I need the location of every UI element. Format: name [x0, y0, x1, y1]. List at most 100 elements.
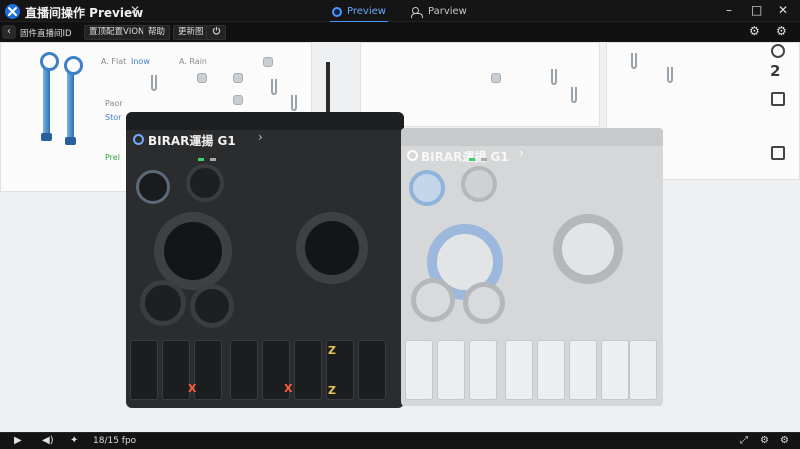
tab-preview[interactable]: Preview	[330, 6, 388, 23]
device-light[interactable]: BIRAR運揚 G1 ›	[401, 128, 663, 406]
dial-icon[interactable]	[463, 282, 505, 324]
connector-slot	[405, 340, 433, 400]
toolbar-item-help[interactable]: 帮助	[143, 25, 171, 40]
back-button[interactable]: ‹	[2, 25, 16, 39]
main-dial-icon[interactable]	[154, 212, 232, 290]
peg-icon	[197, 73, 207, 83]
tab-parview-label: Parview	[428, 6, 467, 17]
settings-icon[interactable]: ⚙	[749, 24, 760, 38]
status-led	[469, 158, 475, 161]
power-button[interactable]	[206, 25, 226, 40]
device-top-strip	[401, 128, 663, 146]
dial-icon[interactable]	[411, 278, 455, 322]
play-button[interactable]: ▶	[14, 435, 22, 446]
connector-slot	[505, 340, 533, 400]
connector-slot	[601, 340, 629, 400]
connector-slot	[358, 340, 386, 400]
board-label-paor: Paor	[105, 99, 123, 108]
power-icon	[133, 134, 144, 145]
screwdriver-tool-icon	[64, 56, 83, 145]
connector-slot	[537, 340, 565, 400]
mode-icon[interactable]: ✦	[70, 435, 78, 446]
app-logo-icon	[5, 4, 20, 19]
toolbar-item-firmware[interactable]: 固件直播间ID	[20, 27, 72, 39]
hook-icon	[151, 75, 157, 91]
power-icon	[212, 26, 220, 35]
board-label-inow: Inow	[131, 57, 150, 66]
status-led	[198, 158, 204, 161]
wrench-tool-icon	[40, 52, 59, 141]
antenna	[326, 62, 330, 114]
minimize-button[interactable]: –	[726, 3, 732, 17]
connector-row	[405, 340, 659, 400]
device-dark-title: BIRAR運揚 G1	[148, 134, 236, 148]
board-label-flat: A. Flat	[101, 57, 127, 66]
window-title: 直播间操作 Preview	[25, 6, 144, 20]
device-light-title: BIRAR運揚 G1	[421, 150, 509, 164]
preview-icon	[332, 6, 342, 17]
chevron-right-icon[interactable]: ›	[258, 130, 263, 144]
fullscreen-icon[interactable]: ⤢	[740, 435, 748, 446]
peg-icon	[491, 73, 501, 83]
volume-icon[interactable]: ◀)	[42, 435, 54, 446]
hook-icon	[551, 69, 557, 85]
toolbar-item-pin-config[interactable]: 置顶配置VION	[84, 25, 150, 40]
mark-x: X	[284, 382, 293, 395]
tab-parview[interactable]: Parview	[411, 6, 467, 18]
grid-icon[interactable]	[771, 146, 785, 160]
connector-slot	[230, 340, 258, 400]
preview-canvas: A. Flat Inow A. Rain Paor Stor Prel 2 BI…	[0, 42, 800, 432]
secondary-dial-icon[interactable]	[296, 212, 368, 284]
connector-slot	[629, 340, 657, 400]
board-label-rain: A. Rain	[179, 57, 207, 66]
hook-icon	[631, 53, 637, 69]
hook-icon	[571, 87, 577, 103]
connector-slot	[130, 340, 158, 400]
tab-preview-label: Preview	[347, 6, 386, 17]
board-label-prel: Prel	[105, 153, 120, 162]
connector-slot	[469, 340, 497, 400]
title-bar: 直播间操作 Preview ✕ Preview Parview – □ ✕	[0, 0, 800, 23]
connector-slot	[162, 340, 190, 400]
peg-icon	[233, 95, 243, 105]
playback-bar: ▶ ◀) ✦ 18/15 fpo ⤢ ⚙ ⚙	[0, 432, 800, 449]
chevron-right-icon[interactable]: ›	[519, 146, 524, 160]
people-icon	[411, 6, 423, 18]
toolbar: ‹ 固件直播间ID 置顶配置VION 帮助 更新图 ⚙ ⚙	[0, 22, 800, 42]
board-label-stor: Stor	[105, 113, 122, 122]
hook-icon	[271, 79, 277, 95]
peg-icon	[263, 57, 273, 67]
toolbar-item-update[interactable]: 更新图	[173, 25, 209, 40]
mark-x: X	[188, 382, 197, 395]
power-icon	[407, 150, 418, 161]
record-icon[interactable]	[771, 44, 785, 58]
peg-icon	[233, 73, 243, 83]
connector-slot	[437, 340, 465, 400]
mark-z: Z	[328, 344, 336, 357]
hook-icon	[667, 67, 673, 83]
device-top-strip	[126, 112, 404, 130]
dial-small-icon[interactable]	[409, 170, 445, 206]
device-dark[interactable]: BIRAR運揚 G1 › X X Z Z	[126, 112, 404, 408]
close-window-button[interactable]: ✕	[778, 3, 788, 17]
gear-icon[interactable]: ⚙	[780, 435, 789, 446]
dial-icon[interactable]	[140, 280, 186, 326]
connector-row	[130, 340, 400, 400]
close-tab-icon[interactable]: ✕	[130, 3, 140, 17]
dial-icon[interactable]	[186, 164, 224, 202]
dial-small-icon[interactable]	[136, 170, 170, 204]
dial-icon[interactable]	[190, 284, 234, 328]
playback-settings-icon[interactable]: ⚙	[760, 435, 769, 446]
connector-slot	[194, 340, 222, 400]
maximize-button[interactable]: □	[751, 3, 762, 17]
mark-z: Z	[328, 384, 336, 397]
layout-icon[interactable]	[771, 92, 785, 106]
secondary-dial-icon[interactable]	[553, 214, 623, 284]
connector-slot	[569, 340, 597, 400]
frame-counter: 18/15 fpo	[93, 436, 137, 446]
gear-icon[interactable]: ⚙	[776, 24, 787, 38]
status-led	[210, 158, 216, 161]
hook-icon	[291, 95, 297, 111]
dial-icon[interactable]	[461, 166, 497, 202]
connector-slot	[294, 340, 322, 400]
